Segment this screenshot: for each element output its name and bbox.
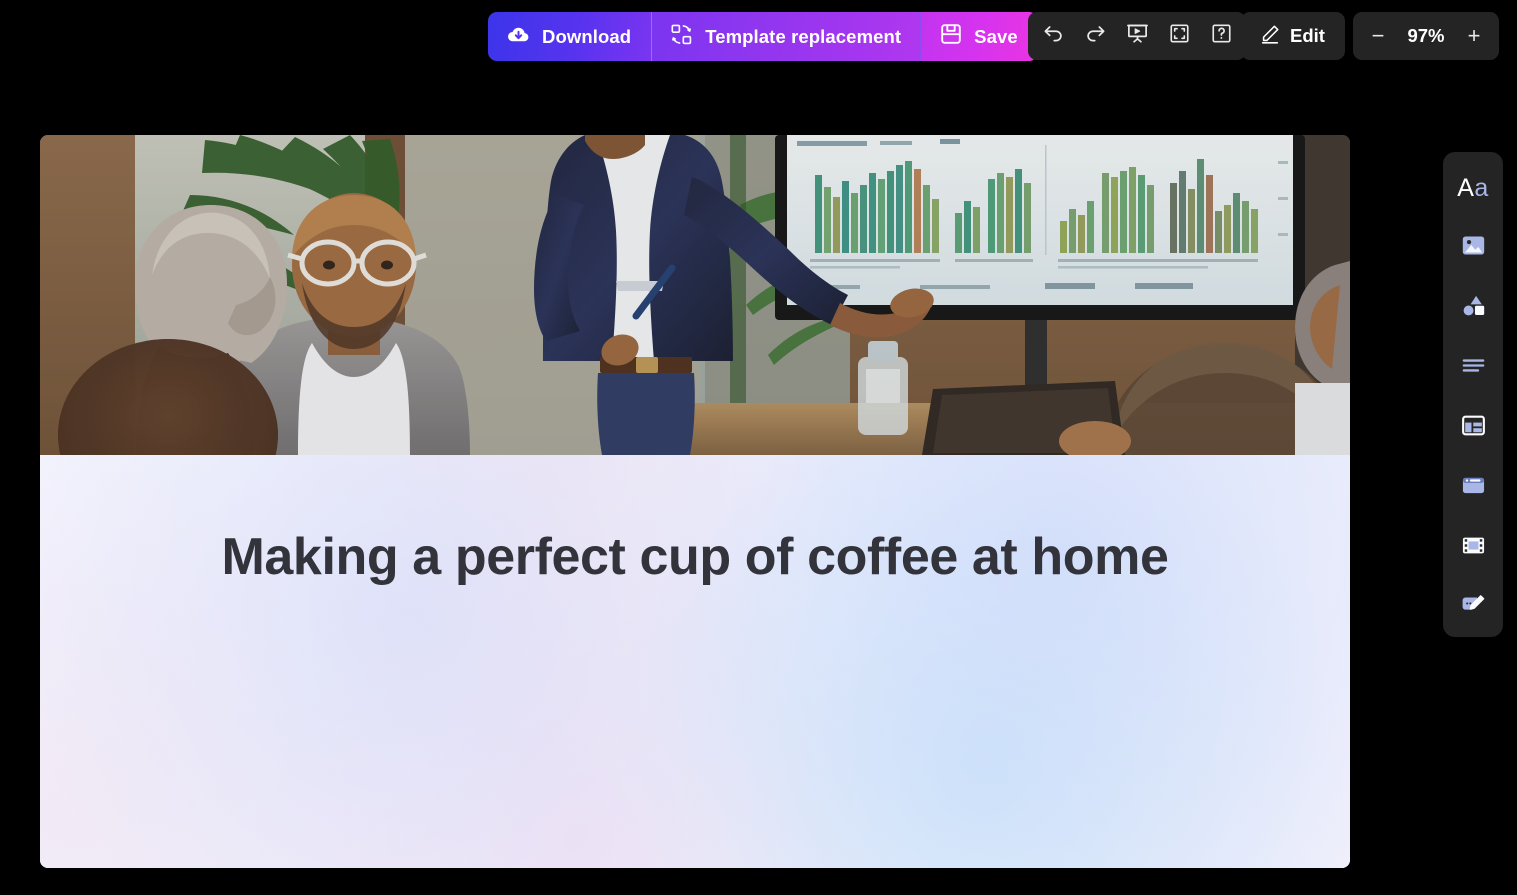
text-aa-icon: Aa — [1457, 173, 1489, 202]
edit-button[interactable]: Edit — [1241, 12, 1345, 60]
background-card-icon — [1460, 472, 1487, 504]
floppy-save-icon — [939, 22, 963, 51]
sidebar-item-layout[interactable] — [1451, 408, 1495, 448]
sidebar-item-lines[interactable] — [1451, 348, 1495, 388]
edit-button-label: Edit — [1290, 25, 1325, 46]
fullscreen-button[interactable] — [1158, 16, 1200, 56]
sidebar-item-background[interactable] — [1451, 468, 1495, 508]
save-button[interactable]: Save — [921, 12, 1038, 61]
present-button[interactable] — [1116, 16, 1158, 56]
film-icon — [1460, 532, 1487, 564]
undo-button[interactable] — [1032, 16, 1074, 56]
fullscreen-icon — [1168, 22, 1191, 50]
sidebar-item-image[interactable] — [1451, 228, 1495, 268]
image-icon — [1460, 232, 1487, 264]
save-button-label: Save — [974, 25, 1018, 47]
template-replacement-button[interactable]: Template replacement — [651, 12, 922, 61]
download-button-label: Download — [542, 25, 632, 47]
layout-icon — [1460, 412, 1487, 444]
slide-title[interactable]: Making a perfect cup of coffee at home — [40, 527, 1350, 587]
zoom-out-button[interactable]: − — [1359, 16, 1397, 56]
sidebar-item-shapes[interactable] — [1451, 288, 1495, 328]
template-replacement-button-label: Template replacement — [705, 25, 902, 47]
presentation-editor-app: Download Template replacement Save Edit … — [0, 0, 1517, 895]
slide-canvas[interactable]: Making a perfect cup of coffee at home — [40, 135, 1350, 868]
shapes-icon — [1460, 292, 1487, 324]
history-view-group — [1028, 12, 1246, 60]
sidebar-item-text[interactable]: Aa — [1451, 168, 1495, 208]
zoom-control-group: − 97% + — [1353, 12, 1499, 60]
template-swap-icon — [670, 23, 693, 51]
right-tool-sidebar: Aa — [1443, 152, 1503, 637]
redo-button[interactable] — [1074, 16, 1116, 56]
cloud-download-icon — [506, 22, 531, 52]
top-toolbar: Download Template replacement Save Edit … — [0, 0, 1517, 72]
lines-icon — [1460, 352, 1487, 384]
redo-icon — [1084, 22, 1107, 50]
help-icon — [1210, 22, 1233, 50]
undo-icon — [1042, 22, 1065, 50]
primary-action-group: Download Template replacement Save — [488, 12, 1038, 61]
annotate-pencil-icon — [1460, 592, 1487, 624]
sidebar-item-video[interactable] — [1451, 528, 1495, 568]
present-icon — [1126, 22, 1149, 50]
pen-edit-icon — [1259, 23, 1281, 50]
zoom-level-value: 97% — [1407, 25, 1445, 46]
slide-hero-image[interactable] — [40, 135, 1350, 455]
download-button[interactable]: Download — [488, 12, 652, 61]
meeting-room-photo — [40, 135, 1350, 455]
slide-content-area[interactable]: Making a perfect cup of coffee at home — [40, 455, 1350, 868]
zoom-in-button[interactable]: + — [1455, 16, 1493, 56]
help-button[interactable] — [1200, 16, 1242, 56]
sidebar-item-annotate[interactable] — [1451, 588, 1495, 628]
